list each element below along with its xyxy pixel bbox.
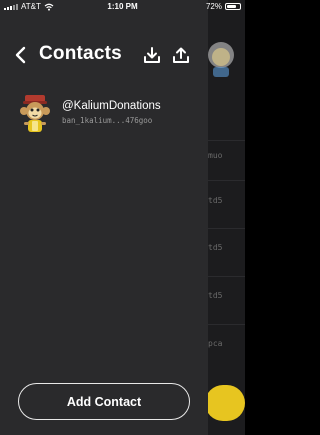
- background-text: td5: [208, 243, 223, 252]
- status-bar: AT&T 1:10 PM 72%: [0, 0, 245, 14]
- contact-name: @KaliumDonations: [62, 100, 161, 112]
- export-contacts-button[interactable]: [170, 44, 192, 66]
- import-contacts-button[interactable]: [141, 44, 163, 66]
- monkey-avatar-icon: [20, 95, 50, 132]
- chevron-left-icon: [15, 46, 26, 64]
- background-text: td5: [208, 196, 223, 205]
- page-title: Contacts: [39, 43, 122, 64]
- add-contact-button[interactable]: Add Contact: [18, 383, 190, 420]
- battery-percentage: 72%: [205, 2, 222, 11]
- background-text: muo: [208, 151, 223, 160]
- background-divider: [208, 276, 245, 277]
- contact-address: ban_1kalium...476goo: [62, 116, 153, 125]
- background-avatar-icon: [208, 42, 234, 77]
- background-divider: [208, 140, 245, 141]
- contact-list-item[interactable]: @KaliumDonations ban_1kalium...476goo: [0, 88, 208, 138]
- drawer-header: Contacts: [0, 36, 208, 76]
- background-divider: [208, 228, 245, 229]
- background-text: td5: [208, 291, 223, 300]
- contacts-drawer: Contacts @KaliumDonations ban_1kalium...…: [0, 0, 208, 435]
- battery-icon: [225, 3, 241, 10]
- background-action-button: [205, 385, 245, 421]
- upload-icon: [173, 47, 189, 63]
- background-divider: [208, 180, 245, 181]
- background-divider: [208, 324, 245, 325]
- download-icon: [144, 47, 160, 63]
- background-text: pca: [208, 339, 223, 348]
- back-button[interactable]: [9, 44, 31, 66]
